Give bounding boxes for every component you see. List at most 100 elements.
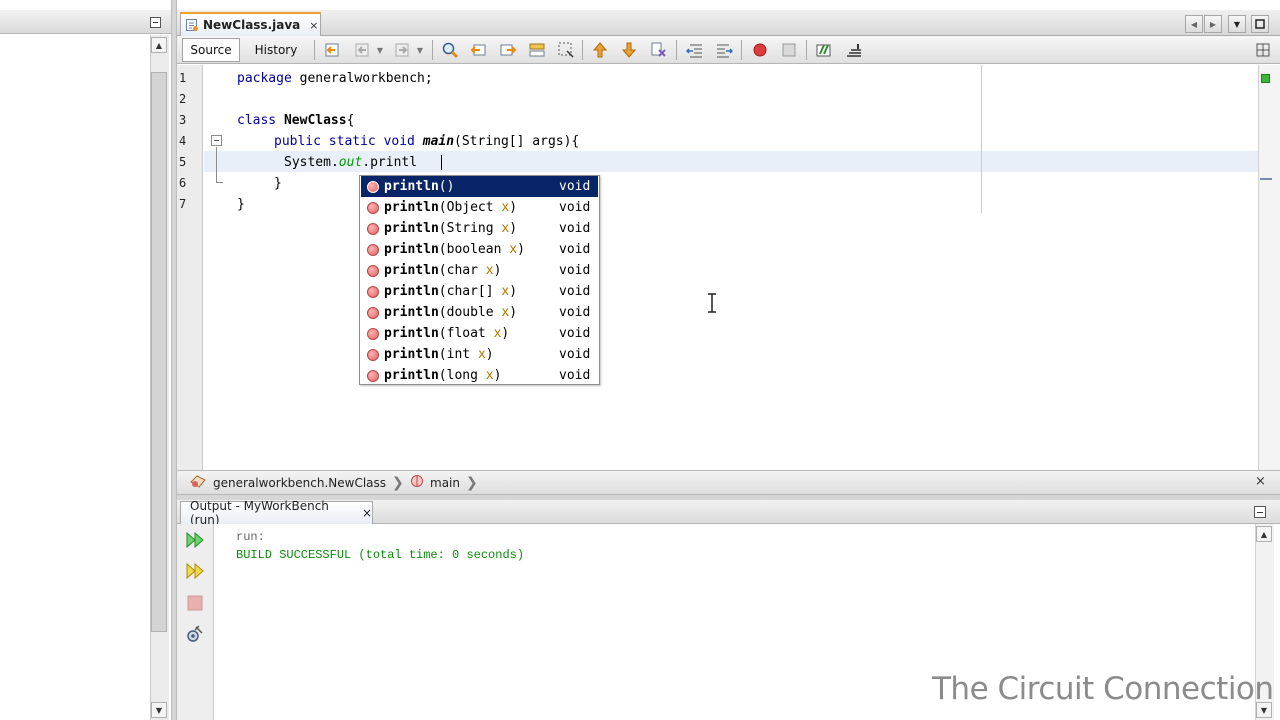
close-breadcrumb-icon[interactable]: × — [1255, 474, 1266, 489]
tab-output-run[interactable]: Output - MyWorkBench (run) × — [180, 499, 373, 527]
completion-item[interactable]: println (boolean x) void — [361, 239, 598, 260]
breadcrumb-class-label: generalworkbench.NewClass — [213, 475, 387, 490]
scroll-tabs-right-icon[interactable]: ▶ — [1204, 15, 1222, 33]
settings-icon[interactable] — [184, 623, 206, 645]
projects-scrollbar-thumb[interactable] — [151, 72, 167, 632]
watermark-text: The Circuit Connection — [932, 671, 1274, 707]
next-bookmark-icon[interactable] — [620, 41, 638, 59]
code-line-5: System.out.printl — [284, 152, 417, 173]
method-icon — [367, 327, 379, 340]
stop-icon[interactable] — [184, 592, 206, 614]
method-name: main — [422, 134, 455, 149]
split-editor-icon[interactable] — [1254, 41, 1272, 59]
scroll-up-arrow-icon[interactable]: ▲ — [1256, 526, 1272, 542]
method-icon — [367, 306, 379, 319]
completion-item[interactable]: println (double x) void — [361, 302, 598, 323]
output-line-build-status: BUILD SUCCESSFUL (total time: 0 seconds) — [236, 548, 525, 562]
text-caret — [441, 155, 442, 170]
line-number: 4 — [179, 134, 187, 148]
line-number: 7 — [179, 197, 187, 211]
toolbar-separator — [432, 40, 433, 60]
comment-icon[interactable] — [815, 41, 833, 59]
shift-line-right-icon[interactable] — [715, 41, 733, 59]
caret-position-mark[interactable] — [1260, 178, 1272, 180]
scroll-tabs-left-icon[interactable]: ◀ — [1185, 15, 1203, 33]
method-icon — [367, 369, 379, 382]
tab-label: NewClass.java — [203, 18, 301, 32]
method-icon — [410, 474, 424, 491]
maximize-window-icon[interactable] — [1251, 15, 1269, 33]
find-previous-icon[interactable] — [470, 41, 488, 59]
keyword: class — [237, 113, 277, 128]
code-text: (String[] args){ — [454, 134, 580, 149]
output-minimize-button[interactable] — [1254, 506, 1266, 518]
editor-tab-bar — [177, 10, 1280, 36]
projects-panel — [0, 0, 172, 720]
start-macro-recording-icon[interactable] — [751, 41, 769, 59]
rerun-with-params-icon[interactable] — [184, 560, 206, 582]
toolbar-separator — [582, 40, 583, 60]
code-fold-guide — [216, 147, 217, 183]
completion-item[interactable]: println (float x) void — [361, 323, 598, 344]
code-text: { — [346, 113, 355, 128]
completion-item[interactable]: println (int x) void — [361, 344, 598, 365]
code-line-3: class NewClass{ — [237, 110, 354, 131]
scroll-down-arrow-icon[interactable]: ▼ — [151, 702, 167, 718]
breadcrumb-method[interactable]: main ❯ — [410, 470, 478, 495]
breadcrumb-class[interactable]: generalworkbench.NewClass ❯ — [189, 470, 404, 495]
completion-item[interactable]: println() void — [361, 176, 598, 197]
close-output-tab-icon[interactable]: × — [362, 506, 372, 520]
source-view-button[interactable]: Source — [182, 38, 240, 62]
scroll-up-arrow-icon[interactable]: ▲ — [151, 37, 167, 53]
stop-macro-recording-icon[interactable] — [780, 41, 798, 59]
keyword: public static void — [274, 134, 415, 149]
projects-minimize-button[interactable] — [150, 17, 161, 28]
method-icon — [367, 201, 379, 214]
completion-item[interactable]: println (long x) void — [361, 365, 598, 386]
no-errors-status-icon — [1261, 74, 1270, 83]
forward-dropdown-icon[interactable]: ▼ — [414, 41, 426, 59]
tab-close-icon[interactable]: × — [309, 19, 318, 32]
output-line-run: run: — [236, 530, 265, 544]
previous-bookmark-icon[interactable] — [591, 41, 609, 59]
line-number: 2 — [179, 92, 187, 106]
tab-newclass-java[interactable]: NewClass.java × — [180, 12, 321, 36]
code-line-7: } — [237, 197, 245, 212]
chevron-right-icon: ❯ — [465, 474, 478, 491]
method-icon — [367, 285, 379, 298]
projects-panel-header — [0, 10, 172, 34]
toolbar-separator — [314, 40, 315, 60]
completion-item[interactable]: println (Object x) void — [361, 197, 598, 218]
code-line-1: package generalworkbench; — [237, 68, 433, 89]
last-edit-icon[interactable] — [324, 41, 342, 59]
completion-item[interactable]: println (char[] x) void — [361, 281, 598, 302]
line-number: 6 — [179, 176, 187, 190]
rerun-icon[interactable] — [184, 529, 206, 551]
line-number: 3 — [179, 113, 187, 127]
line-number: 5 — [179, 155, 187, 169]
method-icon — [367, 180, 379, 193]
editor-error-stripe[interactable] — [1258, 65, 1280, 470]
toolbar-separator — [806, 40, 807, 60]
forward-icon[interactable] — [394, 41, 412, 59]
toggle-rectangular-selection-icon[interactable] — [557, 41, 575, 59]
completion-item[interactable]: println (char x) void — [361, 260, 598, 281]
field-name: out — [338, 155, 363, 170]
uncomment-icon[interactable] — [845, 41, 863, 59]
shift-line-left-icon[interactable] — [686, 41, 704, 59]
back-icon[interactable] — [354, 41, 372, 59]
mouse-ibeam-cursor-icon — [706, 293, 718, 313]
toolbar-separator — [741, 40, 742, 60]
output-actions-sidebar — [177, 524, 214, 720]
find-icon[interactable] — [441, 41, 459, 59]
tab-list-dropdown-icon[interactable]: ▼ — [1228, 15, 1246, 33]
toggle-highlight-icon[interactable] — [528, 41, 546, 59]
history-view-button[interactable]: History — [246, 38, 306, 62]
toggle-bookmark-icon[interactable] — [649, 41, 667, 59]
code-completion-popup[interactable]: println() void println (Object x) void prin… — [359, 175, 600, 385]
code-fold-toggle-icon[interactable] — [211, 135, 222, 146]
find-next-icon[interactable] — [499, 41, 517, 59]
keyword: package — [237, 71, 292, 86]
back-dropdown-icon[interactable]: ▼ — [374, 41, 386, 59]
completion-item[interactable]: println (String x) void — [361, 218, 598, 239]
